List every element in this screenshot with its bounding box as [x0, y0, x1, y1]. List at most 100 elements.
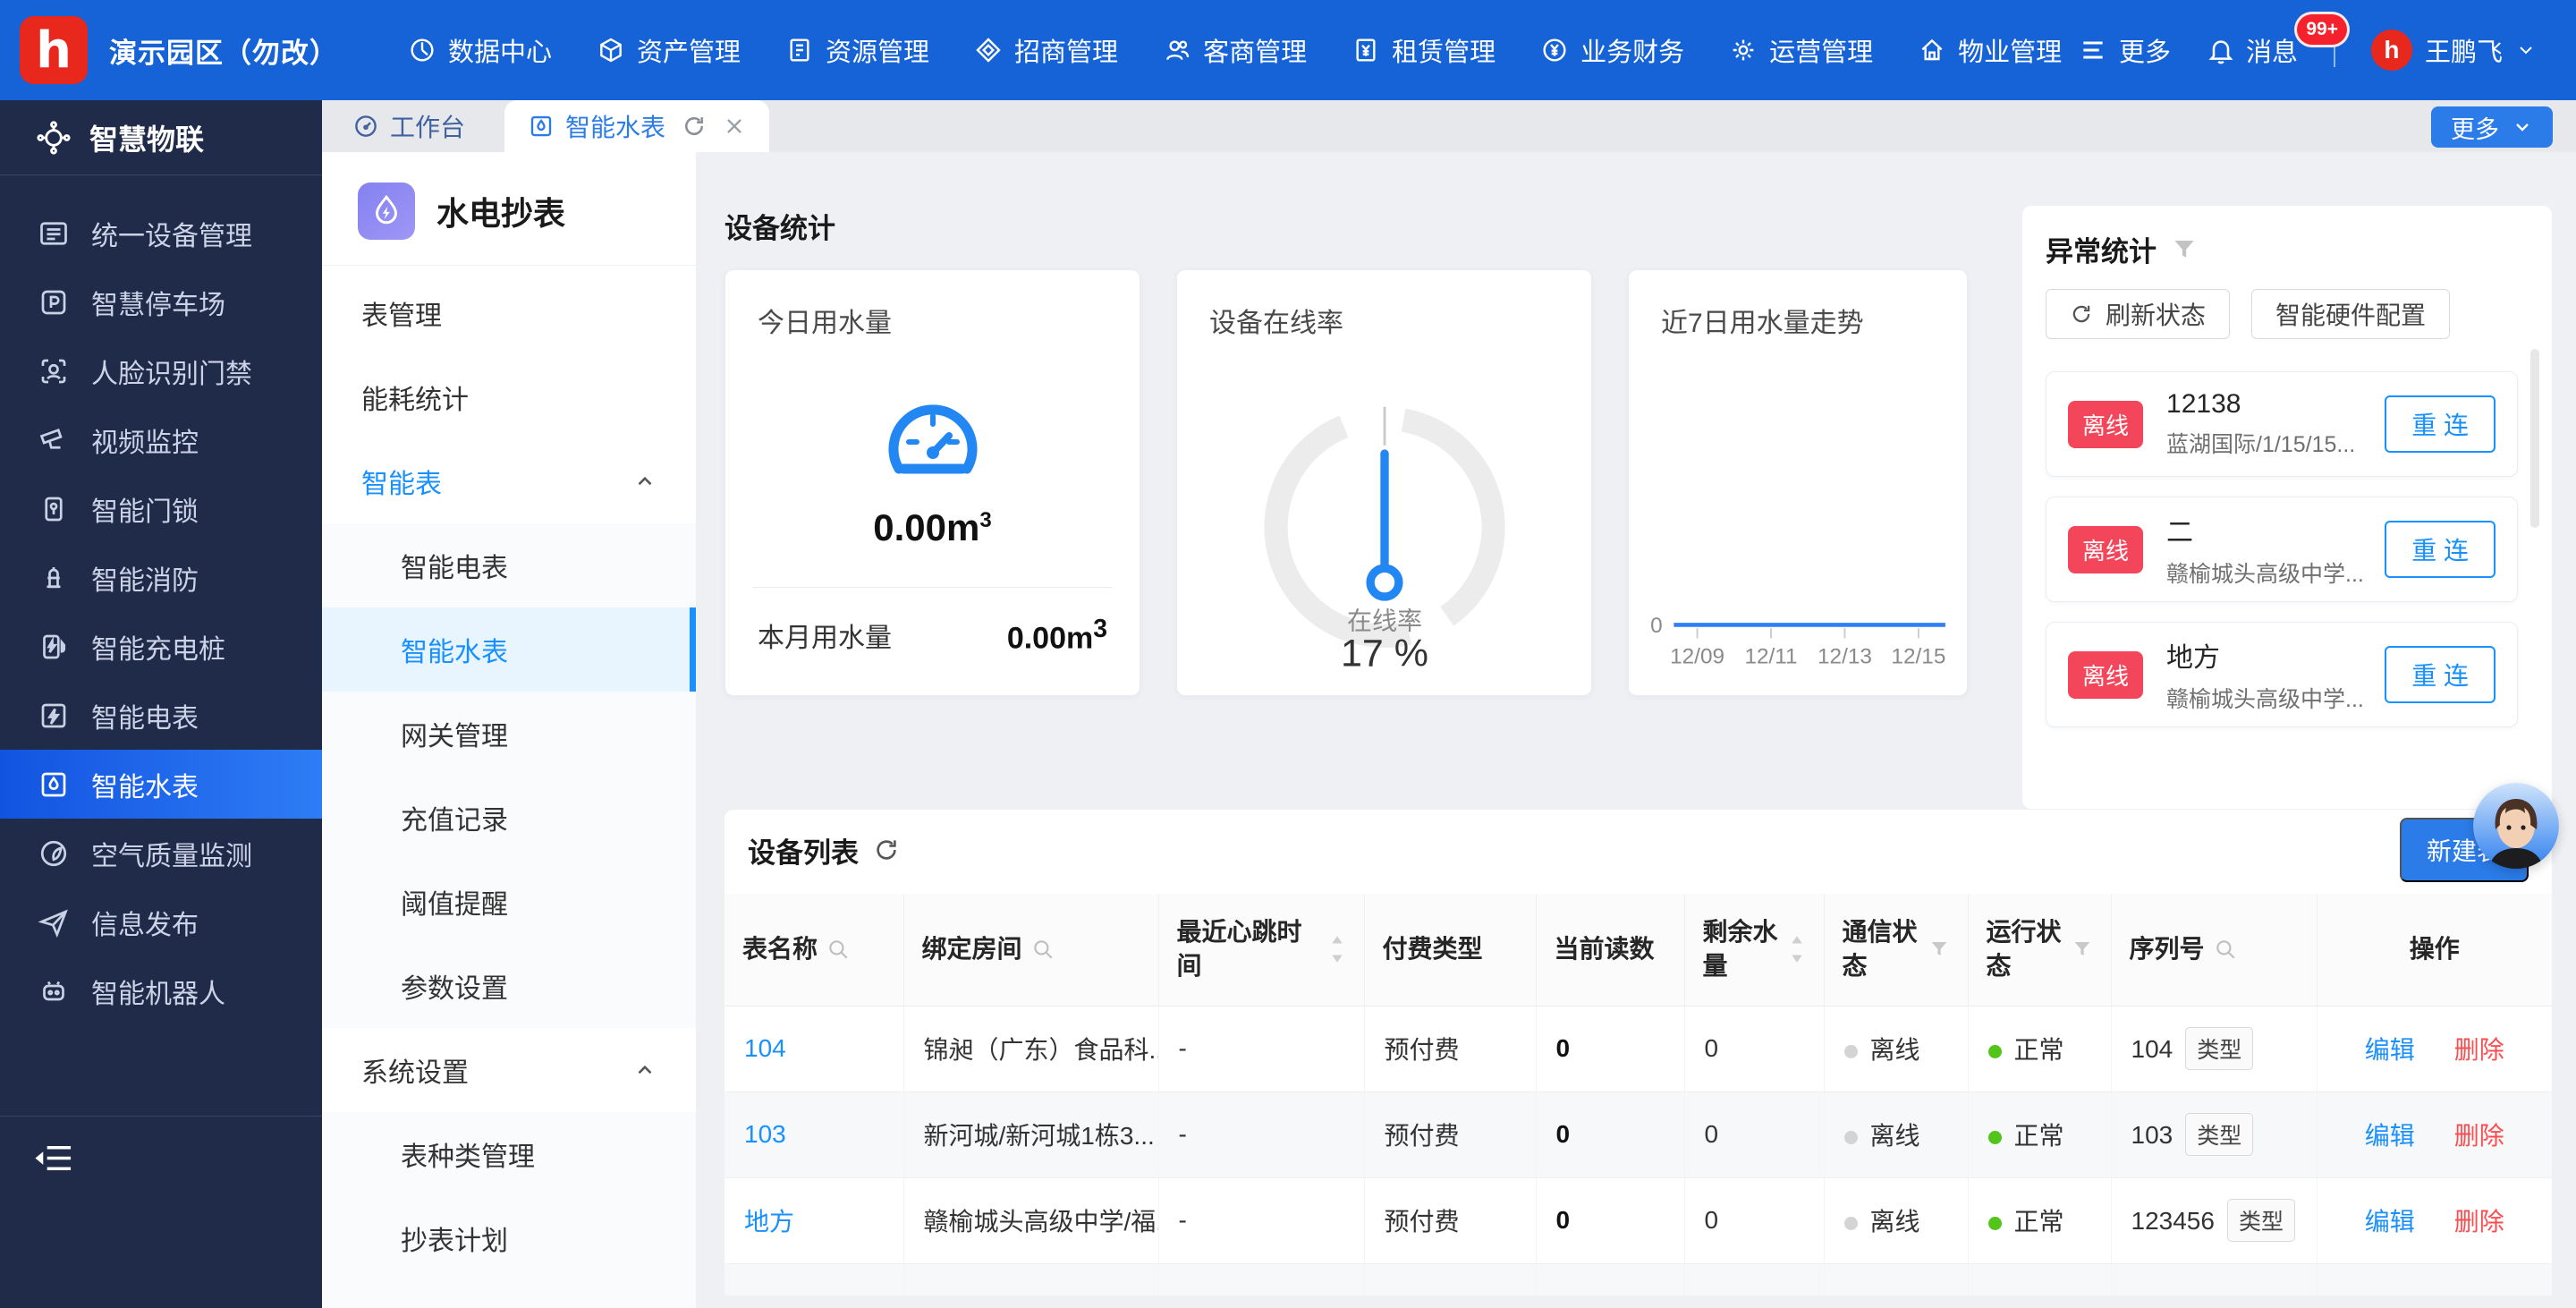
filter-funnel-icon[interactable]	[1928, 939, 1950, 960]
more-dropdown-button[interactable]: 更多	[2431, 106, 2553, 148]
menu-label: 系统设置	[361, 1050, 469, 1090]
edit-link[interactable]: 编辑	[2365, 1122, 2415, 1150]
col-bound-room[interactable]: 绑定房间	[903, 894, 1158, 1006]
offline-device-location: 赣榆城头高级中学...	[2166, 682, 2364, 714]
remaining-water: 0	[1705, 1034, 1719, 1062]
edit-link[interactable]: 编辑	[2365, 1036, 2415, 1064]
nav-item-lease-management[interactable]: 租赁管理	[1352, 31, 1496, 69]
col-remaining-water[interactable]: 剩余水量	[1684, 894, 1824, 1006]
brand-logo[interactable]: h	[20, 16, 88, 84]
more-menu[interactable]: 更多	[2079, 31, 2171, 69]
edit-link[interactable]: 编辑	[2365, 1208, 2415, 1236]
value-sup: 3	[979, 508, 991, 532]
refresh-tab-icon[interactable]	[682, 114, 707, 139]
delete-link[interactable]: 删除	[2454, 1208, 2504, 1236]
sidebar-item-air-quality[interactable]: 空气质量监测	[0, 819, 322, 888]
col-comm-status[interactable]: 通信状态	[1824, 894, 1968, 1006]
sidebar-item-unified-device[interactable]: 统一设备管理	[0, 199, 322, 268]
col-last-heartbeat[interactable]: 最近心跳时间	[1158, 894, 1364, 1006]
search-icon[interactable]	[826, 938, 850, 961]
tab-workbench[interactable]: 工作台	[322, 100, 496, 152]
nav-item-resource-management[interactable]: 资源管理	[785, 31, 929, 69]
filter-funnel-icon[interactable]	[2072, 939, 2093, 960]
sidebar-item-charging-pile[interactable]: 智能充电桩	[0, 612, 322, 681]
col-serial-number[interactable]: 序列号	[2111, 894, 2317, 1006]
iot-globe-icon	[36, 120, 72, 156]
panel-scrollbar[interactable]	[2530, 349, 2539, 528]
messages-button[interactable]: 消息 99+	[2207, 31, 2298, 69]
search-icon[interactable]	[2214, 938, 2237, 961]
nav-item-customer-management[interactable]: 客商管理	[1163, 31, 1307, 69]
meter-name-link[interactable]: 103	[744, 1120, 786, 1148]
nav-item-asset-management[interactable]: 资产管理	[597, 31, 741, 69]
work-area: 工作台 智能水表 更多 水电抄表 表管理 能耗统计	[322, 100, 2576, 1308]
type-tag[interactable]: 类型	[2185, 1113, 2253, 1156]
assistant-avatar[interactable]	[2473, 783, 2559, 869]
meter-name-link[interactable]: 地方	[744, 1208, 794, 1236]
reconnect-button[interactable]: 重 连	[2385, 395, 2496, 453]
reconnect-button[interactable]: 重 连	[2385, 521, 2496, 578]
delete-link[interactable]: 删除	[2454, 1036, 2504, 1064]
menu-item-energy-stats[interactable]: 能耗统计	[322, 355, 696, 439]
sidebar-item-parking[interactable]: 智慧停车场	[0, 268, 322, 336]
nav-item-finance[interactable]: 业务财务	[1540, 31, 1684, 69]
menu-item-price-standard[interactable]: 价格标准	[322, 1280, 696, 1308]
nav-item-operation-management[interactable]: 运营管理	[1729, 31, 1873, 69]
nav-item-data-center[interactable]: 数据中心	[408, 31, 552, 69]
refresh-list-icon[interactable]	[873, 837, 900, 863]
nav-item-investment-management[interactable]: 招商管理	[974, 31, 1118, 69]
value-text: 0.00m	[873, 506, 979, 548]
menu-item-meter-management[interactable]: 表管理	[322, 271, 696, 355]
sidebar-item-info-publish[interactable]: 信息发布	[0, 888, 322, 956]
bell-icon	[2207, 36, 2235, 64]
top-navigation-bar: h 演示园区（勿改） 数据中心 资产管理 资源管理 招商管理 客商管理 租赁管理	[0, 0, 2576, 100]
menu-group-system-settings[interactable]: 系统设置	[322, 1028, 696, 1112]
meter-name-link[interactable]: 104	[744, 1034, 786, 1062]
delete-link[interactable]: 删除	[2454, 1122, 2504, 1150]
sidebar-item-face-access[interactable]: 人脸识别门禁	[0, 336, 322, 405]
filter-funnel-icon[interactable]	[2171, 236, 2198, 263]
sidebar-item-video-monitor[interactable]: 视频监控	[0, 405, 322, 474]
nav-label: 运营管理	[1769, 31, 1873, 69]
menu-item-gateway-management[interactable]: 网关管理	[322, 692, 696, 776]
menu-item-recharge-records[interactable]: 充值记录	[322, 776, 696, 860]
sort-carets-icon[interactable]	[1328, 933, 1346, 965]
device-list-title: 设备列表	[748, 830, 859, 871]
smart-hardware-config-button[interactable]: 智能硬件配置	[2251, 289, 2450, 339]
offline-device-list: 离线 12138 蓝湖国际/1/15/15... 重 连 离线 二 赣榆城	[2046, 371, 2527, 727]
offline-device-card: 离线 地方 赣榆城头高级中学... 重 连	[2046, 622, 2518, 727]
sidebar-item-label: 智能机器人	[91, 972, 225, 1011]
menu-item-threshold-alert[interactable]: 阈值提醒	[322, 860, 696, 944]
sidebar-item-smart-electric-meter[interactable]: 智能电表	[0, 681, 322, 750]
col-label: 运行状态	[1987, 915, 2063, 983]
menu-item-smart-water-meter[interactable]: 智能水表	[322, 607, 696, 692]
parking-icon	[38, 286, 70, 319]
sidebar-item-robot[interactable]: 智能机器人	[0, 956, 322, 1025]
offline-status-badge: 离线	[2068, 651, 2143, 699]
menu-item-reading-plan[interactable]: 抄表计划	[322, 1196, 696, 1280]
tab-smart-water-meter[interactable]: 智能水表	[504, 100, 769, 152]
close-tab-icon[interactable]	[723, 115, 746, 138]
col-meter-name[interactable]: 表名称	[724, 894, 903, 1006]
y-axis-zero: 0	[1650, 614, 1663, 638]
type-tag[interactable]: 类型	[2227, 1199, 2295, 1242]
menu-item-meter-type-management[interactable]: 表种类管理	[322, 1112, 696, 1196]
user-menu[interactable]: h 王鹏飞	[2371, 30, 2537, 71]
collapse-sidebar-icon[interactable]	[34, 1143, 73, 1176]
pay-type: 预付费	[1385, 1122, 1460, 1150]
type-tag[interactable]: 类型	[2185, 1027, 2253, 1070]
sidebar-item-smart-lock[interactable]: 智能门锁	[0, 474, 322, 543]
search-icon[interactable]	[1031, 938, 1055, 961]
refresh-status-button[interactable]: 刷新状态	[2046, 289, 2230, 339]
nav-item-property-management[interactable]: 物业管理	[1918, 31, 2062, 69]
sidebar-title: 智慧物联	[89, 117, 204, 158]
reconnect-button[interactable]: 重 连	[2385, 646, 2496, 703]
sidebar-item-fire-protection[interactable]: 智能消防	[0, 543, 322, 612]
col-run-status[interactable]: 运行状态	[1968, 894, 2111, 1006]
menu-item-smart-electric-meter[interactable]: 智能电表	[322, 523, 696, 607]
menu-item-parameter-settings[interactable]: 参数设置	[322, 944, 696, 1028]
menu-group-smart-meter[interactable]: 智能表	[322, 439, 696, 523]
col-label: 操作	[2410, 932, 2460, 966]
sidebar-item-smart-water-meter[interactable]: 智能水表	[0, 750, 322, 819]
sort-carets-icon[interactable]	[1788, 933, 1806, 965]
